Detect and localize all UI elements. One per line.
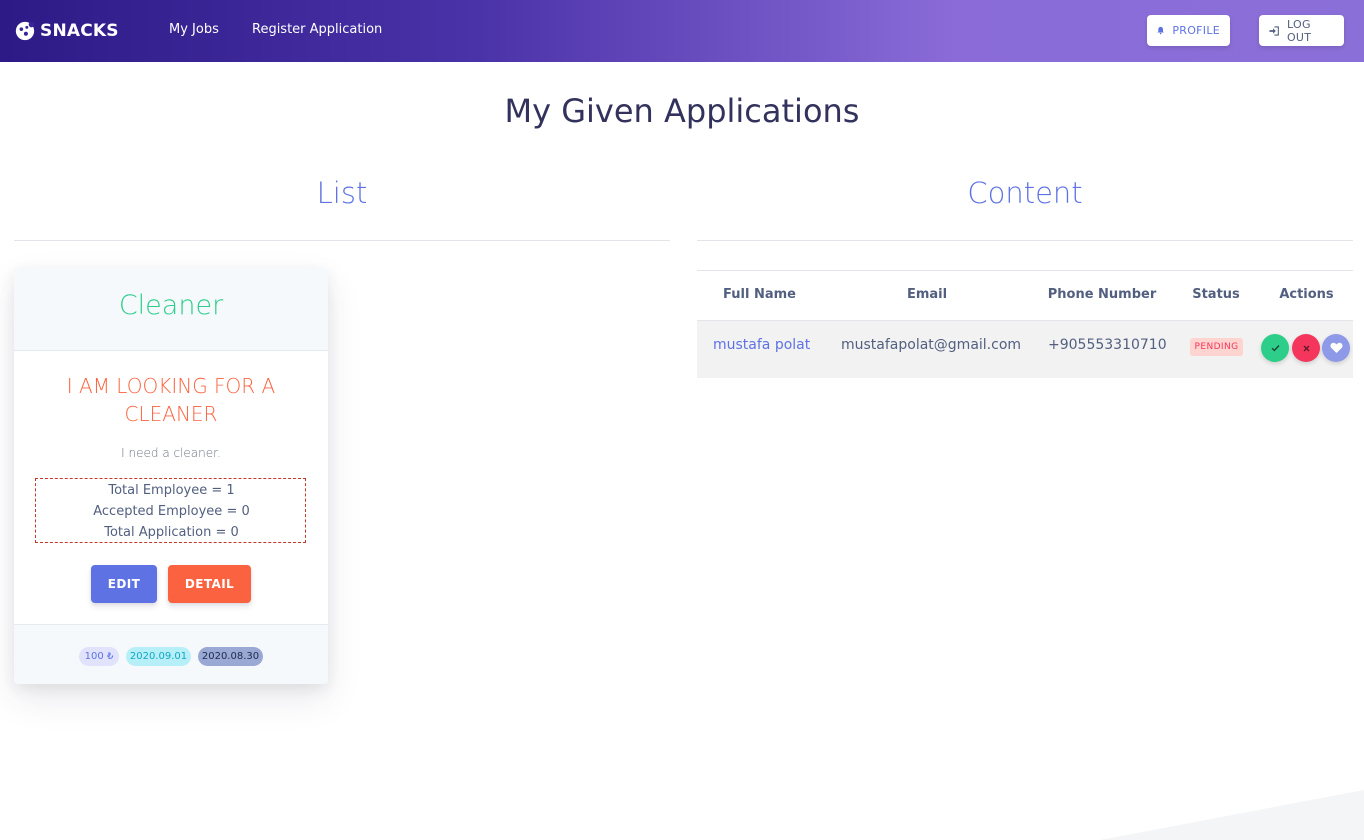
stat-total-employee: Total Employee = 1	[108, 483, 235, 498]
end-date-badge: 2020.08.30	[198, 647, 263, 666]
profile-button-label: PROFILE	[1172, 24, 1220, 37]
job-description: I need a cleaner.	[121, 446, 221, 460]
applicant-name-link[interactable]: mustafa polat	[713, 337, 810, 353]
nav-link-my-jobs[interactable]: My Jobs	[169, 22, 219, 37]
navbar: SNACKS My Jobs Register Application PROF…	[0, 0, 1364, 62]
list-divider	[14, 240, 670, 241]
profile-button[interactable]: PROFILE	[1147, 15, 1230, 46]
card-footer: 100 ₺ 2020.09.01 2020.08.30	[14, 624, 328, 684]
applicant-phone: +905553310710	[1048, 337, 1167, 353]
brand-name: SNACKS	[40, 21, 119, 41]
nav-link-register-application[interactable]: Register Application	[252, 22, 382, 37]
logout-icon	[1269, 25, 1279, 36]
column-header-status: Status	[1192, 287, 1240, 302]
list-section-title: List	[316, 176, 368, 210]
column-header-email: Email	[906, 287, 948, 302]
detail-button[interactable]: DETAIL	[168, 565, 251, 603]
column-header-actions: Actions	[1279, 287, 1334, 302]
accept-button[interactable]	[1261, 334, 1289, 362]
check-icon	[1271, 345, 1279, 352]
background-wedge	[1100, 790, 1364, 840]
content-divider	[697, 240, 1353, 241]
reject-button[interactable]	[1292, 334, 1320, 362]
table-top-border	[697, 270, 1353, 271]
start-date-badge: 2020.09.01	[126, 647, 191, 666]
job-category: Cleaner	[118, 290, 224, 321]
snacks-logo-icon	[15, 21, 35, 41]
job-stats: Total Employee = 1 Accepted Employee = 0…	[35, 478, 306, 543]
bell-icon	[1157, 26, 1164, 35]
status-badge: PENDING	[1190, 338, 1243, 356]
page-title: My Given Applications	[504, 92, 860, 130]
favorite-button[interactable]	[1322, 334, 1350, 362]
heart-icon	[1329, 342, 1343, 353]
logout-button[interactable]: LOG OUT	[1259, 15, 1344, 46]
stat-accepted-employee: Accepted Employee = 0	[93, 504, 250, 519]
brand[interactable]: SNACKS	[14, 18, 119, 44]
times-icon	[1303, 345, 1309, 351]
price-badge: 100 ₺	[79, 647, 119, 666]
applicant-email: mustafapolat@gmail.com	[841, 337, 1022, 353]
logout-button-label: LOG OUT	[1286, 17, 1312, 44]
card-header: Cleaner	[14, 268, 328, 351]
content-section-title: Content	[967, 176, 1083, 210]
job-card: Cleaner I AM LOOKING FOR A CLEANER I nee…	[14, 268, 328, 684]
edit-button[interactable]: EDIT	[91, 565, 157, 603]
column-header-phone-number: Phone Number	[1047, 287, 1157, 302]
column-header-full-name: Full Name	[723, 287, 796, 302]
job-title: I AM LOOKING FOR A CLEANER	[66, 374, 276, 426]
stat-total-application: Total Application = 0	[104, 525, 239, 540]
